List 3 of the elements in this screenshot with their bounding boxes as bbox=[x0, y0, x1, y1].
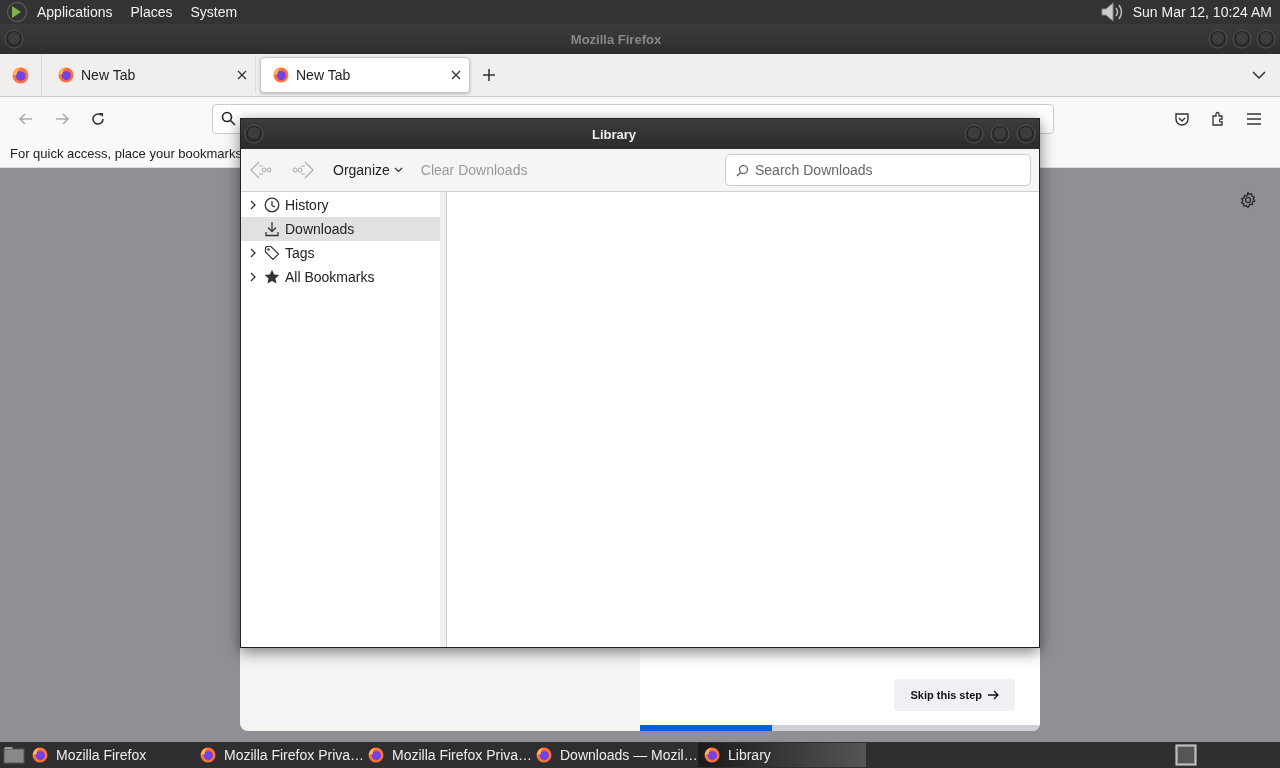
window-title: Library bbox=[590, 126, 638, 142]
bookmarks-hint: For quick access, place your bookmarks bbox=[10, 146, 242, 161]
window-title: Mozilla Firefox bbox=[569, 31, 663, 47]
